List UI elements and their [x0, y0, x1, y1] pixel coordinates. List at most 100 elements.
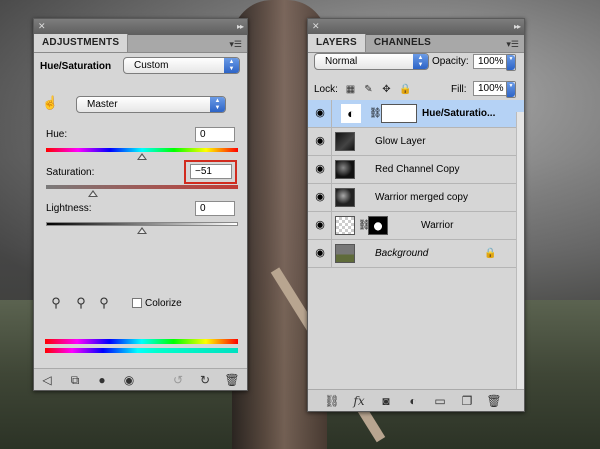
output-color-bar	[45, 348, 238, 353]
chain-link-icon: ⛓	[369, 108, 382, 119]
layer-locked-icon: 🔒	[484, 248, 497, 259]
layer-name: Hue/Saturatio...	[422, 108, 496, 119]
opacity-dropdown[interactable]: ▼	[506, 54, 516, 71]
visibility-cell[interactable]: ◉	[308, 156, 332, 183]
layer-style-fx-icon[interactable]: fx	[351, 393, 367, 409]
preset-select[interactable]: Custom ▲ ▼	[123, 57, 240, 74]
tab-channels[interactable]: CHANNELS	[366, 34, 439, 52]
back-arrow-icon[interactable]: ◁	[39, 372, 55, 388]
opacity-input[interactable]: 100%	[473, 54, 507, 69]
add-to-sample-eyedropper-icon[interactable]: ⚲	[73, 295, 89, 311]
visibility-eye-icon[interactable]: ◉	[121, 372, 137, 388]
lightness-slider-thumb[interactable]	[137, 227, 147, 234]
layer-name: Red Channel Copy	[375, 164, 460, 175]
new-adjustment-layer-icon[interactable]: ◐	[405, 393, 421, 409]
trash-icon[interactable]: 🗑	[224, 372, 240, 388]
eye-icon[interactable]: ◉	[313, 192, 327, 203]
layer-thumbnail	[335, 132, 355, 151]
previous-state-icon[interactable]: ↺	[170, 372, 186, 388]
layer-row-background[interactable]: ◉ Background 🔒	[308, 240, 524, 268]
close-icon[interactable]: ✕	[312, 22, 321, 31]
lock-transparent-icon[interactable]: ▦	[345, 84, 356, 95]
hue-input[interactable]: 0	[195, 127, 235, 142]
saturation-input[interactable]: −51	[190, 164, 232, 179]
layer-thumbnail	[335, 188, 355, 207]
adjustment-layer-icon: ◐	[341, 104, 361, 123]
reset-icon[interactable]: ↻	[197, 372, 213, 388]
lightness-bar	[46, 222, 238, 226]
panel-titlebar[interactable]: ✕ ▸▸	[34, 19, 247, 35]
eye-icon[interactable]: ◉	[313, 108, 327, 119]
fill-input[interactable]: 100%	[473, 81, 507, 96]
visibility-cell[interactable]: ◉	[308, 240, 332, 267]
saturation-label: Saturation:	[46, 167, 95, 178]
hue-label: Hue:	[46, 129, 68, 140]
eye-icon[interactable]: ◉	[313, 164, 327, 175]
visibility-cell[interactable]: ◉	[308, 128, 332, 155]
adjustments-panel: ✕ ▸▸ ADJUSTMENTS ▾☰ Hue/Saturation Custo…	[33, 18, 248, 391]
adjustments-bottom-toolbar: ◁ ⧉ ● ◉ ↺ ↻ 🗑	[34, 368, 247, 390]
input-color-bar	[45, 339, 238, 344]
fill-dropdown[interactable]: ▼	[506, 81, 516, 98]
select-arrows-icon: ▲ ▼	[224, 58, 239, 73]
tab-layers[interactable]: LAYERS	[308, 34, 366, 52]
new-layer-icon[interactable]: ❐	[459, 393, 475, 409]
close-icon[interactable]: ✕	[38, 22, 47, 31]
layer-name: Warrior merged copy	[375, 192, 468, 203]
subtract-from-sample-eyedropper-icon[interactable]: ⚲	[96, 295, 112, 311]
lightness-input[interactable]: 0	[195, 201, 235, 216]
layers-scrollbar[interactable]	[516, 112, 524, 394]
panel-menu-icon[interactable]: ▾☰	[506, 39, 519, 50]
collapse-icon[interactable]: ▸▸	[237, 22, 244, 31]
blend-mode-value: Normal	[325, 56, 358, 67]
expand-view-icon[interactable]: ⧉	[67, 372, 83, 388]
link-layers-icon[interactable]: ⛓	[324, 393, 340, 409]
layer-row-warrior[interactable]: ◉ ⛓ Warrior	[308, 212, 524, 240]
layer-row-hue-saturation[interactable]: ◉ ◐ ⛓ Hue/Saturatio...	[308, 100, 524, 128]
tab-adjustments[interactable]: ADJUSTMENTS	[34, 34, 129, 52]
layer-mask-thumbnail	[368, 216, 388, 235]
eye-icon[interactable]: ◉	[313, 220, 327, 231]
colorize-checkbox[interactable]	[132, 298, 142, 308]
hue-slider-thumb[interactable]	[137, 153, 147, 160]
channel-select[interactable]: Master ▲ ▼	[76, 96, 226, 113]
select-arrows-icon: ▲ ▼	[210, 97, 225, 112]
collapse-icon[interactable]: ▸▸	[514, 22, 521, 31]
hue-spectrum-bar	[46, 148, 238, 152]
on-image-adjust-icon[interactable]: ☝	[42, 95, 58, 111]
layer-thumbnail	[335, 160, 355, 179]
trash-icon[interactable]: 🗑	[486, 393, 502, 409]
preset-value: Custom	[134, 60, 169, 71]
adjustment-title: Hue/Saturation	[40, 61, 112, 72]
layer-name: Warrior	[421, 220, 454, 231]
layers-bottom-toolbar: ⛓ fx ◙ ◐ ▭ ❐ 🗑	[308, 389, 524, 411]
add-mask-icon[interactable]: ◙	[378, 393, 394, 409]
visibility-cell[interactable]: ◉	[308, 100, 332, 127]
opacity-label: Opacity:	[432, 56, 469, 67]
layer-thumbnail	[335, 216, 355, 235]
select-arrows-icon: ▲ ▼	[413, 54, 428, 69]
eye-icon[interactable]: ◉	[313, 136, 327, 147]
saturation-slider-thumb[interactable]	[88, 190, 99, 197]
panel-menu-icon[interactable]: ▾☰	[229, 39, 242, 50]
layer-mask-thumbnail	[381, 104, 417, 123]
saturation-bar	[46, 185, 238, 189]
eye-icon[interactable]: ◉	[313, 248, 327, 259]
lock-label: Lock:	[314, 84, 338, 95]
clip-to-layer-icon[interactable]: ●	[94, 372, 110, 388]
layers-panel: ✕ ▸▸ LAYERS CHANNELS ▾☰ Normal ▲ ▼ Opacit…	[307, 18, 525, 412]
visibility-cell[interactable]: ◉	[308, 184, 332, 211]
new-group-folder-icon[interactable]: ▭	[432, 393, 448, 409]
layer-row-glow-layer[interactable]: ◉ Glow Layer	[308, 128, 524, 156]
eyedropper-icon[interactable]: ⚲	[48, 295, 64, 311]
layer-row-red-channel-copy[interactable]: ◉ Red Channel Copy	[308, 156, 524, 184]
layer-row-warrior-merged-copy[interactable]: ◉ Warrior merged copy	[308, 184, 524, 212]
visibility-cell[interactable]: ◉	[308, 212, 332, 239]
lock-position-icon[interactable]: ✥	[381, 84, 392, 95]
panel-titlebar[interactable]: ✕ ▸▸	[308, 19, 524, 35]
blend-mode-select[interactable]: Normal ▲ ▼	[314, 53, 429, 70]
lock-image-icon[interactable]: ✎	[363, 84, 374, 95]
lock-all-icon[interactable]: 🔒	[399, 84, 411, 95]
layer-name: Background	[375, 248, 429, 259]
fill-label: Fill:	[451, 84, 467, 95]
